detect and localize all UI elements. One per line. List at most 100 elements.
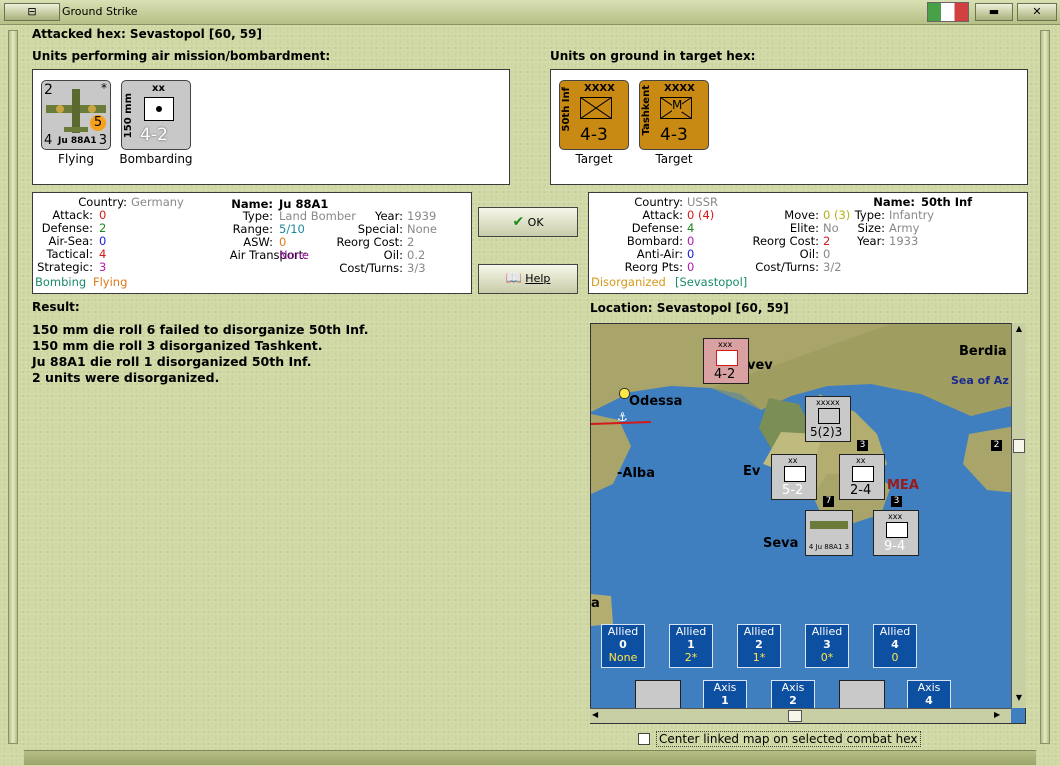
move-value: 0 (3) — [823, 208, 851, 222]
tactical-label: Tactical: — [46, 247, 93, 261]
axis-box-4[interactable]: Axis 4 — [907, 680, 951, 710]
unit-bottom-left: 4 — [44, 133, 53, 148]
cost-turns-label: Cost/Turns: — [755, 260, 819, 274]
map-counter[interactable]: xx 2-4 — [839, 454, 885, 500]
attack-label: Attack: — [52, 208, 93, 222]
box-number: 4 — [891, 638, 899, 651]
ok-button-label: OK — [527, 216, 544, 229]
map-label-a: a — [591, 596, 600, 611]
counter-strength: 5-2 — [782, 483, 804, 498]
map-horizontal-scrollbar[interactable]: ◀ ▶ — [590, 708, 1011, 723]
size-label: Size: — [857, 221, 885, 235]
allied-box-3[interactable]: Allied 3 0* — [805, 624, 849, 668]
scroll-left-icon[interactable]: ◀ — [592, 710, 604, 722]
defense-label: Defense: — [41, 221, 93, 235]
allied-box-2[interactable]: Allied 2 1* — [737, 624, 781, 668]
result-label: Result: — [32, 300, 80, 314]
size-value: Army — [889, 221, 920, 235]
map-counter[interactable]: xxx 9-4 — [873, 510, 919, 556]
result-line: 150 mm die roll 3 disorganized Tashkent. — [32, 338, 323, 353]
ground-unit-caption: Target — [575, 152, 613, 166]
range-value: 5/10 — [279, 222, 305, 236]
counter-strength: 2-4 — [850, 483, 872, 498]
allied-box-1[interactable]: Allied 1 2* — [669, 624, 713, 668]
elite-label: Elite: — [789, 221, 819, 235]
tactical-value: 4 — [99, 247, 107, 261]
allied-box-0[interactable]: Allied 0 None — [601, 624, 645, 668]
map-vertical-scrollbar[interactable]: ▲ ▼ — [1011, 323, 1026, 708]
infantry-symbol-icon — [886, 522, 908, 538]
center-map-checkbox[interactable] — [638, 733, 650, 745]
counter-size: xxxxx — [816, 398, 840, 407]
unit-counter-150mm[interactable]: 150 mm xx 4-2 — [121, 80, 191, 150]
box-number: 2 — [755, 638, 763, 651]
attack-value: 0 — [99, 208, 107, 222]
box-number: 0 — [619, 638, 627, 651]
stack-count: 7 — [823, 496, 834, 507]
title-bar: ⊟ Ground Strike ▬ ✕ — [0, 0, 1060, 25]
strategic-value: 3 — [99, 260, 107, 274]
air-unit-caption: Flying — [58, 152, 94, 166]
attacker-info-panel: Country: Germany Attack: 0 Defense: 2 Ai… — [32, 192, 472, 294]
box-title: Allied — [879, 625, 911, 638]
result-line: 2 units were disorganized. — [32, 370, 220, 385]
box-sub: None — [608, 651, 638, 664]
unit-counter-50th-inf[interactable]: 50th Inf XXXX 4-3 — [559, 80, 629, 150]
location-map[interactable]: Odessa Berdia Sea of Az -Alba Ev MEA Sev… — [590, 323, 1026, 724]
vertical-scroll-thumb[interactable] — [1013, 439, 1025, 453]
counter-strength: 4 Ju 88A1 3 — [808, 543, 850, 551]
scroll-up-icon[interactable]: ▲ — [1013, 324, 1025, 336]
map-label-vev: vev — [747, 358, 773, 373]
bombard-label: Bombard: — [626, 234, 683, 248]
unit-left-value: 2 — [44, 82, 53, 98]
oil-label: Oil: — [383, 248, 403, 262]
box-title: Allied — [607, 625, 639, 638]
axis-box-2[interactable]: Axis 2 — [771, 680, 815, 710]
center-map-checkbox-label[interactable]: Center linked map on selected combat hex — [656, 731, 921, 747]
map-counter[interactable]: xxx 4-2 — [703, 338, 749, 384]
box-number: 4 — [925, 694, 933, 707]
system-menu-button[interactable]: ⊟ — [4, 3, 60, 21]
status-disorganized: Disorganized — [591, 275, 666, 289]
unit-strength: 4-3 — [580, 125, 608, 145]
map-label-alba: -Alba — [617, 466, 655, 481]
unit-size: XXXX — [664, 83, 695, 94]
close-button[interactable]: ✕ — [1017, 3, 1057, 21]
country-value: Germany — [131, 195, 184, 209]
scroll-right-icon[interactable]: ▶ — [994, 710, 1006, 722]
unit-badge: 5 — [90, 115, 106, 131]
air-units-label: Units performing air mission/bombardment… — [32, 49, 331, 63]
scroll-down-icon[interactable]: ▼ — [1013, 693, 1025, 705]
type-value: Infantry — [889, 208, 935, 222]
ok-button[interactable]: ✔ OK — [478, 207, 578, 237]
result-text: 150 mm die roll 6 failed to disorganize … — [32, 322, 369, 386]
unit-counter-ju88a1[interactable]: 2 * 5 4 Ju 88A1 3 — [41, 80, 111, 150]
unit-counter-tashkent[interactable]: Tashkent XXXX M 4-3 — [639, 80, 709, 150]
axis-box-3-counter[interactable] — [839, 680, 885, 710]
map-counter[interactable]: xx 5-2 — [771, 454, 817, 500]
counter-size: xx — [788, 456, 798, 465]
counter-strength: 5(2)3 — [810, 425, 843, 439]
horizontal-scroll-thumb[interactable] — [788, 710, 802, 722]
map-counter[interactable]: xxxxx 5(2)3 — [805, 396, 851, 442]
reorg-cost-value: 2 — [823, 234, 831, 248]
asw-label: ASW: — [243, 235, 273, 249]
type-label: Type: — [242, 209, 273, 223]
axis-box-0-counter[interactable] — [635, 680, 681, 710]
box-number: 2 — [789, 694, 797, 707]
box-sub: 2* — [684, 651, 698, 664]
asw-value: 0 — [279, 235, 287, 249]
box-title: Axis — [781, 681, 805, 694]
box-sub: 0* — [820, 651, 834, 664]
axis-box-1[interactable]: Axis 1 — [703, 680, 747, 710]
box-sub: 1* — [752, 651, 766, 664]
minimize-button[interactable]: ▬ — [975, 3, 1013, 21]
unit-star: * — [101, 81, 107, 95]
help-button[interactable]: 📖 Help — [478, 264, 578, 294]
special-value: None — [407, 222, 438, 236]
box-title: Allied — [675, 625, 707, 638]
location-label: Location: Sevastopol [60, 59] — [590, 301, 789, 315]
map-counter-ju88a1[interactable]: 4 Ju 88A1 3 — [805, 510, 853, 556]
allied-box-4[interactable]: Allied 4 0 — [873, 624, 917, 668]
move-label: Move: — [784, 208, 819, 222]
